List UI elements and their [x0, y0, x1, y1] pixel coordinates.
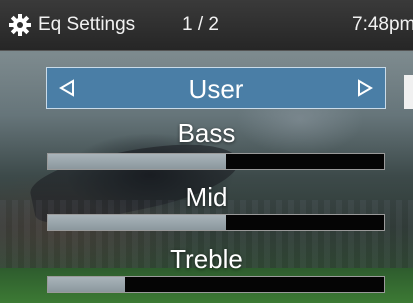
gear-icon [9, 14, 31, 36]
bass-label: Bass [177, 118, 236, 148]
page-indicator: 1 / 2 [182, 14, 219, 35]
treble-slider[interactable] [47, 276, 385, 293]
bass-slider[interactable] [47, 153, 385, 170]
eq-settings-screen: Eq Settings 1 / 2 7:48pm User Bass Mid T… [0, 0, 413, 303]
triangle-right-icon[interactable] [355, 78, 375, 98]
scroll-indicator [404, 75, 413, 109]
clock: 7:48pm [352, 14, 413, 35]
screen-title: Eq Settings [38, 14, 136, 35]
status-bar: Eq Settings 1 / 2 7:48pm [0, 0, 413, 51]
mid-label: Mid [185, 182, 228, 212]
mid-slider-fill [48, 215, 227, 230]
treble-slider-fill [48, 277, 126, 292]
eq-preset-value: User [188, 74, 244, 104]
mid-slider[interactable] [47, 214, 385, 231]
bass-slider-fill [48, 154, 227, 169]
eq-preset-selector[interactable]: User [46, 67, 386, 109]
treble-label: Treble [170, 244, 243, 274]
